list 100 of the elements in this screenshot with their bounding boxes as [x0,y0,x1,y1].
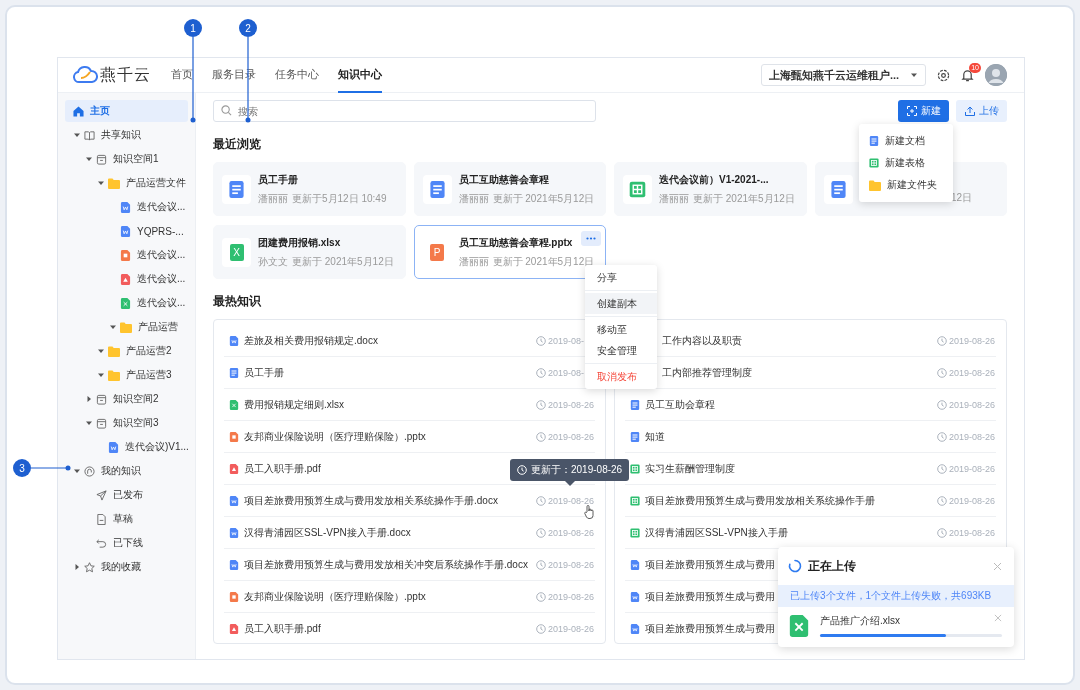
author: 潘丽丽 [659,191,689,206]
file-title: 员工互助慈善会章程 [458,172,549,187]
file-name[interactable]: 项目差旅费用预算生成与费用发放相关冲突后系统操作手册.docx [244,557,528,572]
tree-item[interactable]: 迭代会议... [65,292,188,314]
file-name[interactable]: 员工入职手册.pdf [244,461,321,476]
file-name[interactable]: 差旅及相关费用报销规定.docx [244,333,378,348]
file-name[interactable]: 知道 [645,429,665,444]
menu-item[interactable]: 创建副本 [585,293,657,314]
caret-icon[interactable] [97,371,105,379]
file-name[interactable]: 员工手册 [244,365,284,380]
section-title: 最近浏览 [213,136,261,153]
file-card[interactable]: X 团建费用报销.xlsx 孙文文 更新于 2021年5月12日 [213,225,406,279]
caret-icon[interactable] [73,467,81,475]
archive-icon [96,417,107,429]
spreadsheet-file-icon: X [229,243,244,261]
file-name[interactable]: 友邦商业保险说明（医疗理赔保险）.pptx [244,429,426,444]
caret-icon[interactable] [73,131,81,139]
file-name[interactable]: 项目差旅费用预算生成与费用 [645,557,775,572]
tree-item[interactable]: 产品运营3 [65,364,188,386]
folder-icon [108,369,120,381]
tree-item[interactable]: 迭代会议)V1... [65,436,188,458]
new-button[interactable]: 新建 [898,100,949,122]
updated-date: 2019-08-26 [937,367,995,378]
loading-spinner-icon [788,559,802,573]
updated-date: 2019-08-26 [536,623,594,634]
panel-title: 正在上传 [808,557,856,575]
scan-icon [906,106,917,116]
nav-tab[interactable]: 知识中心 [338,58,382,93]
file-name[interactable]: 实习生薪酬管理制度 [645,461,735,476]
tree-item[interactable]: 迭代会议... [65,268,188,290]
tree-item[interactable]: 知识空间1 [65,148,188,170]
table-file-icon [629,180,646,198]
menu-item[interactable]: 新建表格 [859,152,953,174]
undo-icon [96,537,107,549]
file-name[interactable]: 员工互助会章程 [645,397,715,412]
updated-time: 更新于 2021年5月12日 [292,254,394,269]
updated-date: 2019-08-26 [536,559,594,570]
tree-item[interactable]: 我的收藏 [65,556,188,578]
tree-item[interactable]: 迭代会议... [65,196,188,218]
clock-icon [937,431,947,442]
word-file-icon [120,225,131,237]
file-name[interactable]: 汉得青浦园区SSL-VPN接入手册 [645,525,788,540]
caret-icon[interactable] [97,179,105,187]
caret-icon[interactable] [85,419,93,427]
tenant-select[interactable]: 上海甄知燕千云运维租户... [761,64,926,86]
tree-item[interactable]: 产品运营2 [65,340,188,362]
settings-icon[interactable] [937,68,950,82]
hand-cursor-icon [584,505,595,519]
file-name[interactable]: 项目差旅费用预算生成与费用 [645,589,775,604]
file-name[interactable]: 项目差旅费用预算生成与费用发放相关系统操作手册.docx [244,493,498,508]
updated-time: 更新于 2021年5月12日 [492,191,595,206]
word-file-icon [229,527,239,538]
caret-icon[interactable] [97,347,105,355]
table-file-icon [869,158,879,168]
tree-item[interactable]: 我的知识 [65,460,188,482]
file-name[interactable]: 项目差旅费用预算生成与费用 [645,621,775,636]
tree-item[interactable]: 产品运营文件 [65,172,188,194]
tree-item[interactable]: 草稿 [65,508,188,530]
menu-item[interactable]: 新建文件夹 [859,174,953,196]
file-title: 迭代会议前）V1-2021-... [659,172,769,187]
upload-summary: 已上传3个文件，1个文件上传失败，共693KB [778,585,1014,607]
pdf-file-icon [229,463,239,474]
hand-icon [84,465,95,477]
upload-button[interactable]: 上传 [956,100,1007,122]
file-card[interactable]: 员工互助慈善会章程 潘丽丽 更新于 2021年5月12日 [413,162,606,216]
file-card[interactable]: 迭代会议前）V1-2021-... 潘丽丽 更新于 2021年5月12日 [614,162,807,216]
menu-item[interactable]: 分享 [585,267,657,288]
file-name[interactable]: 汉得青浦园区SSL-VPN接入手册.docx [244,525,411,540]
tree-item[interactable]: 已发布 [65,484,188,506]
tree-item[interactable]: 知识空间2 [65,388,188,410]
file-name[interactable]: 项目差旅费用预算生成与费用发放相关系统操作手册 [645,493,875,508]
folder-icon [108,345,120,357]
caret-icon[interactable] [109,323,117,331]
tree-item[interactable]: 迭代会议... [65,244,188,266]
tree-item[interactable]: YQPRS-... [65,220,188,242]
spreadsheet-file-icon [229,399,239,410]
tree-item[interactable]: 知识空间3 [65,412,188,434]
caret-icon[interactable] [85,395,93,403]
caret-icon[interactable] [73,563,81,571]
file-name[interactable]: 费用报销规定细则.xlsx [244,397,344,412]
menu-item[interactable]: 安全管理 [585,340,657,361]
file-name[interactable]: 员工入职手册.pdf [244,621,321,636]
tree-item[interactable]: 已下线 [65,532,188,554]
menu-item[interactable]: 新建文档 [859,130,953,152]
menu-item[interactable]: 取消发布 [585,366,657,387]
document-icon [229,367,239,378]
nav-tab[interactable]: 任务中心 [275,58,319,93]
tree-item[interactable]: 主页 [65,100,188,122]
file-card[interactable]: 员工手册 潘丽丽 更新于5月12日 10:49 [213,162,406,216]
archive-icon [96,153,107,165]
slides-file-icon [229,431,239,442]
tree-item[interactable]: 产品运营 [65,316,188,338]
file-name[interactable]: 友邦商业保险说明（医疗理赔保险）.pptx [244,589,426,604]
tree-item[interactable]: 共享知识 [65,124,188,146]
book-icon [84,129,95,141]
caret-icon[interactable] [85,155,93,163]
bell-icon[interactable] [961,68,974,82]
menu-item[interactable]: 移动至 [585,319,657,340]
document-icon [630,431,640,442]
leader-line [31,465,71,471]
